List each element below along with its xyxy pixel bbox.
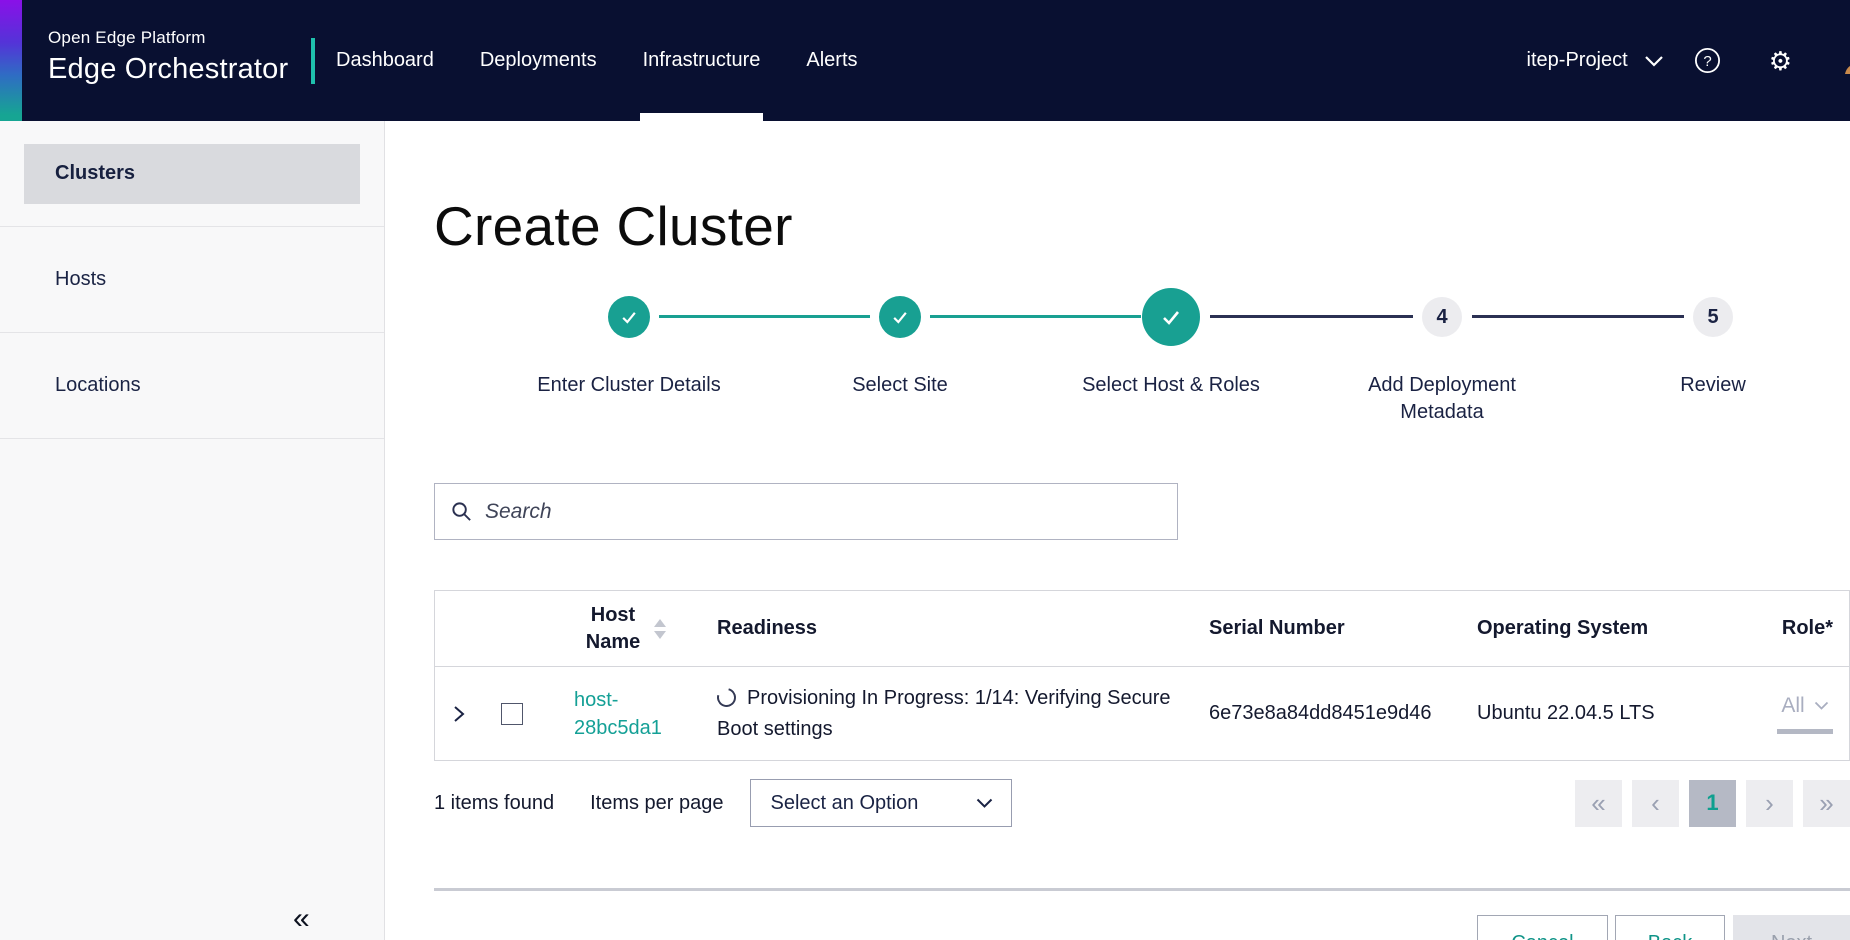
chevron-down-icon — [976, 798, 993, 808]
next-button[interactable]: Next — [1733, 915, 1850, 940]
stepper-connector-4-5 — [1472, 315, 1684, 318]
back-button[interactable]: Back — [1615, 915, 1725, 940]
search-icon — [450, 500, 473, 523]
row-host-name-cell: host-28bc5da1 — [543, 686, 705, 742]
role-dropdown-underline — [1777, 729, 1833, 734]
stepper-connector-2-3 — [930, 315, 1141, 318]
role-dropdown[interactable]: All — [1781, 694, 1828, 718]
stepper-connector-1-2 — [659, 315, 870, 318]
column-header-serial-number: Serial Number — [1197, 617, 1465, 640]
row-expand-cell — [435, 703, 481, 725]
page-size-select[interactable]: Select an Option — [750, 779, 1012, 827]
pagination-bar: 1 items found Items per page Select an O… — [434, 779, 1850, 827]
step-number: 4 — [1436, 306, 1447, 329]
nav-item-infrastructure[interactable]: Infrastructure — [620, 0, 784, 121]
items-per-page-label: Items per page — [590, 792, 723, 815]
user-avatar-icon[interactable] — [1842, 46, 1850, 76]
nav-item-alerts[interactable]: Alerts — [783, 0, 880, 121]
row-operating-system-cell: Ubuntu 22.04.5 LTS — [1465, 702, 1753, 725]
brand-product-label: Edge Orchestrator — [48, 53, 288, 86]
sort-icon[interactable] — [654, 619, 666, 639]
check-icon — [890, 307, 910, 327]
column-header-host-name[interactable]: Host Name — [543, 602, 705, 656]
row-checkbox-cell — [481, 703, 543, 725]
row-serial-number-cell: 6e73e8a84dd8451e9d46 — [1197, 702, 1465, 725]
svg-text:?: ? — [1703, 53, 1711, 70]
gear-icon[interactable]: ⚙ — [1769, 48, 1792, 74]
next-page-button[interactable]: › — [1746, 780, 1793, 827]
page-size-select-value: Select an Option — [771, 792, 919, 815]
step-1-circle-complete[interactable] — [608, 296, 650, 338]
check-icon — [1159, 305, 1183, 329]
step-1-label: Enter Cluster Details — [534, 372, 724, 399]
footer-divider — [434, 888, 1850, 891]
row-readiness-cell: Provisioning In Progress: 1/14: Verifyin… — [705, 683, 1197, 745]
nav-item-deployments[interactable]: Deployments — [457, 0, 620, 121]
provisioning-spinner-icon — [714, 684, 740, 710]
check-icon — [619, 307, 639, 327]
cancel-button[interactable]: Cancel — [1477, 915, 1608, 940]
screen: Open Edge Platform Edge Orchestrator Das… — [0, 0, 1850, 940]
readiness-text: Provisioning In Progress: 1/14: Verifyin… — [717, 687, 1171, 740]
brand-gradient-strip — [0, 0, 22, 121]
table-row: host-28bc5da1 Provisioning In Progress: … — [435, 667, 1849, 760]
top-navbar: Open Edge Platform Edge Orchestrator Das… — [0, 0, 1850, 121]
page-title: Create Cluster — [434, 194, 793, 258]
chevron-down-icon — [1814, 701, 1829, 710]
row-role-cell: All — [1753, 694, 1849, 734]
nav-item-dashboard[interactable]: Dashboard — [313, 0, 457, 121]
step-2-circle-complete[interactable] — [879, 296, 921, 338]
sidebar-item-clusters-selected-box[interactable]: Clusters — [24, 144, 360, 204]
help-icon[interactable]: ? — [1694, 47, 1721, 74]
nav-right-cluster: itep-Project ? ⚙ — [1527, 0, 1850, 121]
main-content: Create Cluster 4 5 Enter Cluster Details — [385, 121, 1850, 940]
stepper-connector-3-4 — [1210, 315, 1413, 318]
project-selector-label[interactable]: itep-Project — [1527, 49, 1628, 72]
last-page-button[interactable]: » — [1803, 780, 1850, 827]
step-3-circle-current[interactable] — [1142, 288, 1200, 346]
sidebar-item-clusters[interactable]: Clusters — [0, 121, 384, 227]
column-header-role: Role* — [1753, 617, 1849, 640]
column-header-readiness: Readiness — [705, 617, 1197, 640]
wizard-stepper: 4 5 Enter Cluster Details Select Site Se… — [494, 271, 1834, 436]
host-name-link[interactable]: host-28bc5da1 — [574, 686, 674, 742]
step-number: 5 — [1707, 306, 1718, 329]
chevron-down-icon[interactable] — [1644, 55, 1664, 67]
nav-menu: Dashboard Deployments Infrastructure Ale… — [313, 0, 881, 121]
row-checkbox[interactable] — [501, 703, 523, 725]
sidebar-item-locations[interactable]: Locations — [0, 333, 384, 439]
sidebar-collapse-icon[interactable]: « — [293, 902, 310, 936]
step-3-label: Select Host & Roles — [1076, 372, 1266, 399]
step-5-label: Review — [1618, 372, 1808, 399]
search-input[interactable] — [485, 500, 1162, 524]
table-header-row: Host Name Readiness Serial Number Operat… — [435, 591, 1849, 667]
chevron-right-icon[interactable] — [450, 703, 467, 725]
previous-page-button[interactable]: ‹ — [1632, 780, 1679, 827]
role-dropdown-value: All — [1781, 694, 1804, 718]
column-header-operating-system: Operating System — [1465, 617, 1753, 640]
sidebar: Clusters Hosts Locations « — [0, 121, 385, 940]
step-4-circle[interactable]: 4 — [1422, 297, 1462, 337]
step-4-label: Add Deployment Metadata — [1362, 372, 1522, 426]
sidebar-item-hosts[interactable]: Hosts — [0, 227, 384, 333]
sort-desc-icon — [654, 631, 666, 639]
brand: Open Edge Platform Edge Orchestrator — [48, 28, 288, 86]
sort-asc-icon — [654, 619, 666, 627]
items-found-text: 1 items found — [434, 792, 554, 815]
sidebar-item-label: Locations — [0, 374, 141, 397]
step-5-circle[interactable]: 5 — [1693, 297, 1733, 337]
hosts-table: Host Name Readiness Serial Number Operat… — [434, 590, 1850, 761]
page-1-button[interactable]: 1 — [1689, 780, 1736, 827]
brand-platform-label: Open Edge Platform — [48, 28, 288, 48]
page-buttons: « ‹ 1 › » — [1575, 780, 1850, 827]
step-2-label: Select Site — [805, 372, 995, 399]
first-page-button[interactable]: « — [1575, 780, 1622, 827]
search-box — [434, 483, 1178, 540]
sidebar-item-label: Hosts — [0, 268, 106, 291]
sidebar-item-label: Clusters — [55, 162, 135, 185]
